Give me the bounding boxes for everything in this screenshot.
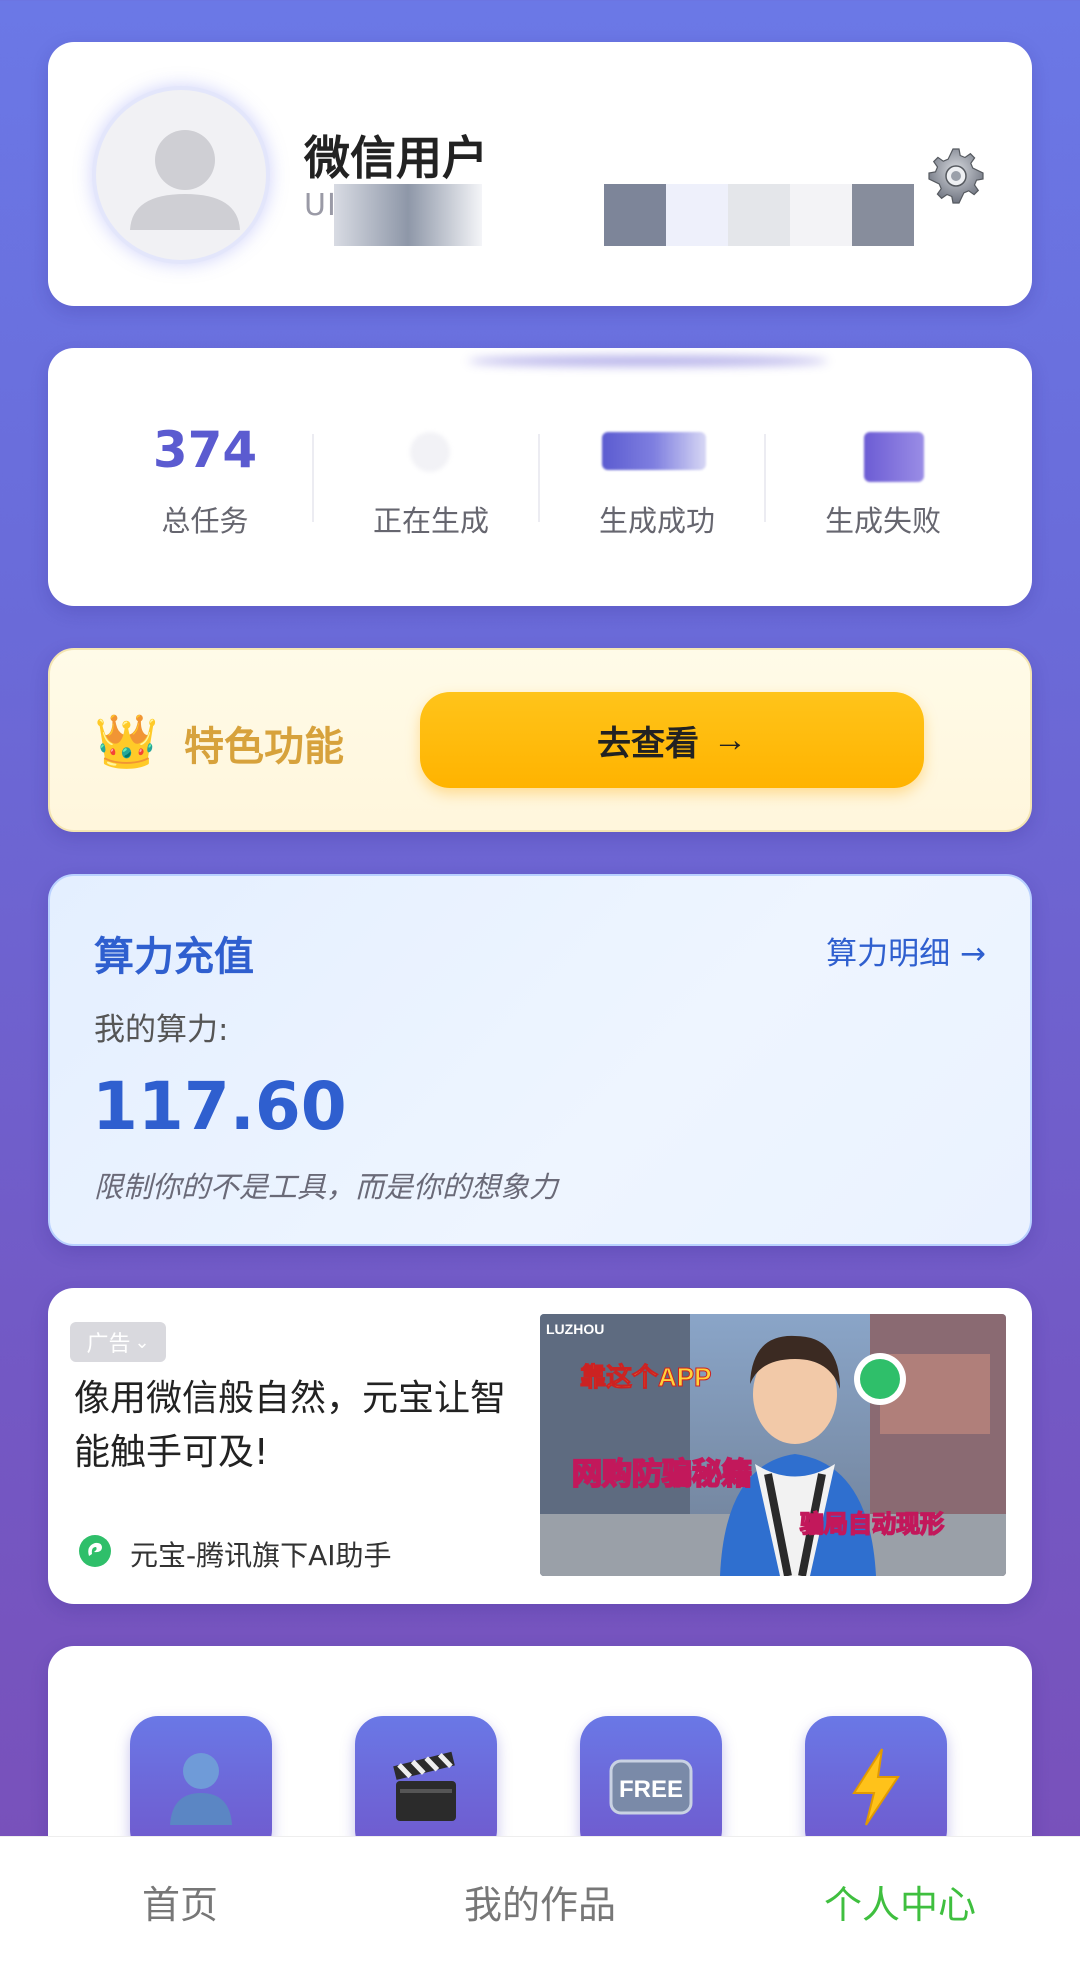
tab-my-works[interactable]: 我的作品 <box>360 1837 720 1980</box>
recharge-title: 算力充值 <box>94 934 254 980</box>
arrow-right-icon: → <box>713 720 747 759</box>
ad-image-text-2: 网购防骗秘籍 <box>572 1457 752 1491</box>
avatar-icon <box>170 1753 232 1825</box>
decorative-shadow <box>468 356 828 366</box>
divider <box>764 434 766 522</box>
ad-brand: 元宝-腾讯旗下AI助手 <box>130 1539 392 1572</box>
lightning-icon <box>852 1748 900 1826</box>
ad-image[interactable]: 靠这个APP 网购防骗秘籍 骗局自动现形 LUZHOU <box>540 1314 1006 1576</box>
yuanbao-logo-icon <box>79 1535 111 1567</box>
stat-label: 总任务 <box>161 504 249 538</box>
compute-detail-link[interactable]: 算力明细 → <box>826 928 986 973</box>
redacted-value <box>864 432 924 482</box>
bottom-tab-bar: 首页 我的作品 个人中心 <box>0 1836 1080 1980</box>
privacy-mask <box>334 184 482 246</box>
go-view-label: 去查看 <box>597 724 699 763</box>
privacy-mask <box>728 184 790 246</box>
stat-label: 生成成功 <box>598 504 715 538</box>
ad-badge-label: 广告 <box>86 1332 131 1357</box>
featured-functions-card: 👑 特色功能 去查看 → <box>48 648 1032 832</box>
ad-card[interactable]: 广告 ⌄ 像用微信般自然，元宝让智能触手可及! 元宝-腾讯旗下AI助手 靠这个A… <box>48 1288 1032 1604</box>
ad-image-sign: LUZHOU <box>546 1321 604 1337</box>
compute-recharge-card[interactable]: 算力充值 算力明细 → 我的算力: 117.60 限制你的不是工具，而是你的想象… <box>48 874 1032 1246</box>
ad-headline: 像用微信般自然，元宝让智能触手可及! <box>74 1378 507 1473</box>
free-icon-label: FREE <box>619 1776 683 1803</box>
my-compute-value: 117.60 <box>92 1068 347 1145</box>
clapperboard-icon <box>393 1751 456 1821</box>
chevron-down-icon: ⌄ <box>134 1331 150 1353</box>
divider <box>538 434 540 522</box>
ad-badge[interactable]: 广告 ⌄ <box>70 1322 166 1362</box>
tab-profile[interactable]: 个人中心 <box>720 1837 1080 1980</box>
avatar[interactable] <box>92 86 270 264</box>
slogan: 限制你的不是工具，而是你的想象力 <box>94 1170 559 1204</box>
user-name: 微信用户 <box>304 131 488 185</box>
privacy-mask <box>604 184 666 246</box>
free-icon: FREE <box>609 1759 693 1815</box>
stat-label: 正在生成 <box>372 504 489 538</box>
ad-thumbnail: 靠这个APP 网购防骗秘籍 骗局自动现形 LUZHOU <box>540 1314 1006 1576</box>
privacy-mask <box>666 184 728 246</box>
privacy-mask <box>790 184 852 246</box>
profile-card: 微信用户 UI ckLI <box>48 42 1032 306</box>
stat-total-tasks[interactable]: 374 总任务 <box>92 418 318 540</box>
ad-image-text-3: 骗局自动现形 <box>800 1510 944 1538</box>
stat-value: 374 <box>152 421 258 479</box>
my-compute-label: 我的算力: <box>94 1012 229 1048</box>
crown-icon: 👑 <box>94 712 159 772</box>
settings-gear-icon[interactable] <box>926 146 986 206</box>
privacy-mask <box>852 184 914 246</box>
task-stats-card: 374 总任务 正在生成 生成成功 生成失败 <box>48 348 1032 606</box>
go-view-button[interactable]: 去查看 → <box>420 692 924 788</box>
redacted-value <box>602 432 706 470</box>
divider <box>312 434 314 522</box>
redacted-value <box>410 432 450 472</box>
default-avatar-icon <box>130 130 240 230</box>
feature-title: 特色功能 <box>184 724 344 770</box>
tab-home[interactable]: 首页 <box>0 1837 360 1980</box>
stat-label: 生成失败 <box>824 504 941 538</box>
ad-image-text-1: 靠这个APP <box>580 1362 711 1392</box>
